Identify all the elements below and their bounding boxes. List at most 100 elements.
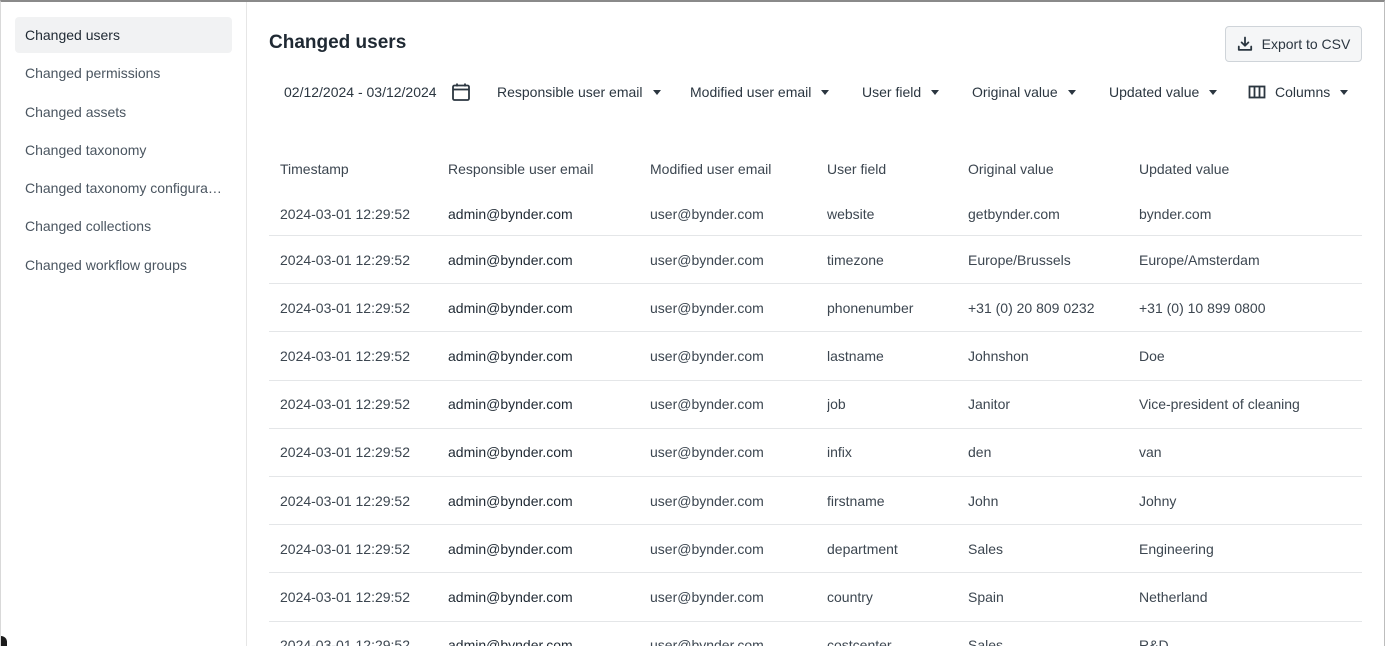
table-row[interactable]: 2024-03-01 12:29:52 admin@bynder.com user@… — [269, 192, 1362, 236]
chevron-down-icon — [1340, 89, 1349, 95]
cell-user-field: firstname — [827, 492, 885, 509]
column-header-modified-user-email[interactable]: Modified user email — [650, 161, 827, 177]
date-range-value: 02/12/2024 - 03/12/2024 — [284, 84, 437, 100]
cell-user-field: costcenter — [827, 637, 892, 646]
sidebar-item-changed-collections[interactable]: Changed collections — [15, 208, 232, 244]
cell-user-field: infix — [827, 444, 852, 461]
responsible-user-email-filter-label: Responsible user email — [497, 84, 643, 100]
export-csv-label: Export to CSV — [1261, 36, 1351, 52]
cell-modified-user-email: user@bynder.com — [650, 588, 764, 605]
download-icon — [1237, 36, 1252, 51]
cell-responsible-user-email: admin@bynder.com — [448, 588, 573, 605]
sidebar-item-changed-workflow-groups[interactable]: Changed workflow groups — [15, 247, 232, 283]
page-title: Changed users — [269, 32, 407, 53]
table-row[interactable]: 2024-03-01 12:29:52 admin@bynder.com user@… — [269, 477, 1362, 526]
sidebar-item-changed-permissions[interactable]: Changed permissions — [15, 55, 232, 91]
cell-responsible-user-email: admin@bynder.com — [448, 444, 573, 461]
cell-responsible-user-email: admin@bynder.com — [448, 347, 573, 364]
cell-original-value: Spain — [968, 588, 1004, 605]
cell-modified-user-email: user@bynder.com — [650, 637, 764, 646]
export-csv-button[interactable]: Export to CSV — [1225, 26, 1362, 62]
original-value-filter[interactable]: Original value — [972, 84, 1109, 100]
cell-responsible-user-email: admin@bynder.com — [448, 492, 573, 509]
columns-button[interactable]: Columns — [1248, 84, 1349, 100]
table-row[interactable]: 2024-03-01 12:29:52 admin@bynder.com user@… — [269, 284, 1362, 333]
cell-updated-value: Vice-president of cleaning — [1139, 396, 1300, 413]
table-row[interactable]: 2024-03-01 12:29:52 admin@bynder.com user@… — [269, 525, 1362, 574]
cell-timestamp: 2024-03-01 12:29:52 — [280, 299, 410, 316]
column-header-timestamp[interactable]: Timestamp — [269, 161, 448, 177]
cell-updated-value: bynder.com — [1139, 205, 1212, 222]
table-row[interactable]: 2024-03-01 12:29:52 admin@bynder.com user@… — [269, 236, 1362, 285]
cell-original-value: getbynder.com — [968, 205, 1060, 222]
cell-modified-user-email: user@bynder.com — [650, 251, 764, 268]
table-row[interactable]: 2024-03-01 12:29:52 admin@bynder.com user@… — [269, 429, 1362, 477]
chevron-down-icon — [652, 89, 661, 95]
cell-timestamp: 2024-03-01 12:29:52 — [280, 540, 410, 557]
original-value-filter-label: Original value — [972, 84, 1058, 100]
cell-timestamp: 2024-03-01 12:29:52 — [280, 637, 410, 646]
date-range-filter[interactable]: 02/12/2024 - 03/12/2024 — [284, 82, 497, 102]
calendar-icon — [451, 83, 470, 101]
chevron-down-icon — [931, 89, 940, 95]
updated-value-filter-label: Updated value — [1109, 84, 1200, 100]
sidebar-item-changed-taxonomy[interactable]: Changed taxonomy — [15, 132, 232, 168]
chevron-down-icon — [1209, 89, 1218, 95]
cell-updated-value: +31 (0) 10 899 0800 — [1139, 299, 1266, 316]
column-header-user-field[interactable]: User field — [827, 161, 968, 177]
chevron-down-icon — [1067, 89, 1076, 95]
main-content: Changed users Export to CSV 02/12/2024 -… — [248, 2, 1384, 646]
cell-user-field: country — [827, 588, 873, 605]
cell-original-value: Sales — [968, 540, 1004, 557]
cell-modified-user-email: user@bynder.com — [650, 396, 764, 413]
changes-table: Timestamp Responsible user email Modifie… — [269, 146, 1362, 646]
sidebar-item-changed-assets[interactable]: Changed assets — [15, 94, 232, 130]
column-header-responsible-user-email[interactable]: Responsible user email — [448, 161, 650, 177]
cell-responsible-user-email: admin@bynder.com — [448, 205, 573, 222]
filter-bar: 02/12/2024 - 03/12/2024 Responsible user… — [284, 80, 1349, 104]
sidebar-item-changed-users[interactable]: Changed users — [15, 17, 232, 53]
table-header: Timestamp Responsible user email Modifie… — [269, 146, 1362, 192]
modified-user-email-filter[interactable]: Modified user email — [690, 84, 862, 100]
cell-responsible-user-email: admin@bynder.com — [448, 299, 573, 316]
column-header-updated-value[interactable]: Updated value — [1139, 161, 1362, 177]
cell-original-value: John — [968, 492, 999, 509]
cell-updated-value: van — [1139, 444, 1162, 461]
table-row[interactable]: 2024-03-01 12:29:52 admin@bynder.com user@… — [269, 381, 1362, 429]
cell-updated-value: Europe/Amsterdam — [1139, 251, 1260, 268]
cell-modified-user-email: user@bynder.com — [650, 347, 764, 364]
table-row[interactable]: 2024-03-01 12:29:52 admin@bynder.com user@… — [269, 622, 1362, 646]
cell-modified-user-email: user@bynder.com — [650, 444, 764, 461]
cell-modified-user-email: user@bynder.com — [650, 492, 764, 509]
cell-user-field: phonenumber — [827, 299, 914, 316]
sidebar-item-changed-taxonomy-configuration[interactable]: Changed taxonomy configura… — [15, 170, 232, 206]
table-row[interactable]: 2024-03-01 12:29:52 admin@bynder.com user@… — [269, 573, 1362, 622]
cell-user-field: job — [827, 396, 846, 413]
columns-button-label: Columns — [1275, 84, 1331, 100]
cell-updated-value: Doe — [1139, 347, 1165, 364]
cell-timestamp: 2024-03-01 12:29:52 — [280, 588, 410, 605]
cell-updated-value: Engineering — [1139, 540, 1214, 557]
cell-user-field: website — [827, 205, 875, 222]
responsible-user-email-filter[interactable]: Responsible user email — [497, 84, 690, 100]
cell-timestamp: 2024-03-01 12:29:52 — [280, 347, 410, 364]
app-window: Changed users Changed permissions Change… — [0, 0, 1385, 646]
cell-modified-user-email: user@bynder.com — [650, 205, 764, 222]
table-row[interactable]: 2024-03-01 12:29:52 admin@bynder.com user@… — [269, 332, 1362, 381]
user-field-filter-label: User field — [862, 84, 922, 100]
cell-timestamp: 2024-03-01 12:29:52 — [280, 251, 410, 268]
table-body: 2024-03-01 12:29:52 admin@bynder.com user@… — [269, 192, 1362, 646]
cell-responsible-user-email: admin@bynder.com — [448, 396, 573, 413]
cell-original-value: Europe/Brussels — [968, 251, 1071, 268]
columns-icon — [1248, 85, 1266, 99]
user-field-filter[interactable]: User field — [862, 84, 972, 100]
cell-timestamp: 2024-03-01 12:29:52 — [280, 205, 410, 222]
cell-user-field: lastname — [827, 347, 884, 364]
cell-original-value: Sales — [968, 637, 1004, 646]
cell-responsible-user-email: admin@bynder.com — [448, 251, 573, 268]
cell-original-value: Janitor — [968, 396, 1011, 413]
column-header-original-value[interactable]: Original value — [968, 161, 1139, 177]
cell-timestamp: 2024-03-01 12:29:52 — [280, 444, 410, 461]
cell-modified-user-email: user@bynder.com — [650, 299, 764, 316]
updated-value-filter[interactable]: Updated value — [1109, 84, 1248, 100]
